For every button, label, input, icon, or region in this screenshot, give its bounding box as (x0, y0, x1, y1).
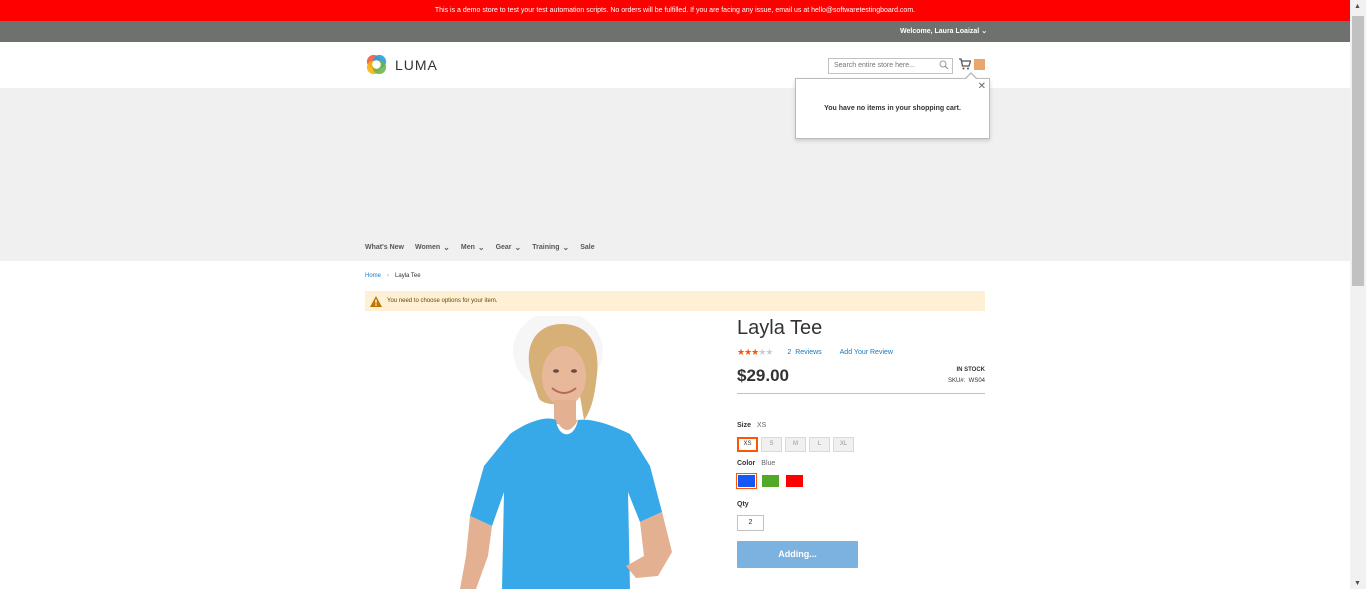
product-price: $29.00 (737, 366, 789, 385)
add-to-cart-button[interactable]: Adding... (737, 541, 858, 568)
nav-item-men[interactable]: Men ⌄ (461, 243, 485, 252)
qty-input[interactable]: 2 (737, 515, 764, 531)
color-swatches (736, 473, 809, 489)
breadcrumb-separator-icon: › (387, 273, 390, 279)
logo-text: LUMA (395, 56, 438, 73)
welcome-text: Welcome, Laura Loaizal (900, 28, 980, 35)
nav-item-whats-new[interactable]: What's New (365, 243, 404, 252)
scroll-down-icon[interactable]: ▼ (1354, 580, 1361, 587)
nav-item-training[interactable]: Training ⌄ (532, 243, 569, 252)
breadcrumb-home-link[interactable]: Home (365, 273, 381, 279)
size-option-xs[interactable]: XS (737, 437, 758, 452)
demo-notice-bar: This is a demo store to test your test a… (0, 0, 1350, 21)
nav-item-label: Women (415, 244, 441, 251)
size-label: Size XS (737, 422, 766, 429)
color-option-red[interactable] (785, 474, 804, 488)
cart-counter-badge[interactable] (974, 59, 985, 70)
customer-welcome-menu[interactable]: Welcome, Laura Loaizal ⌄ (900, 21, 987, 42)
star-icon: ★ (765, 347, 773, 357)
size-label-text: Size (737, 422, 752, 429)
sku-label: SKU#: (947, 378, 966, 384)
nav-item-label: Training (532, 244, 560, 251)
color-selected: Blue (761, 460, 776, 467)
product-sku: SKU#: WS04 (948, 378, 985, 384)
minicart-dropdown: ✕ You have no items in your shopping car… (795, 72, 990, 139)
warning-message: You need to choose options for your item… (365, 291, 985, 311)
stock-status: IN STOCK (956, 367, 985, 373)
nav-item-label: Gear (495, 244, 512, 251)
nav-item-label: Sale (580, 244, 595, 251)
navigation-bar: What's New Women ⌄ Men ⌄ Gear ⌄ Training ⌄ S… (0, 88, 1350, 261)
scrollbar-thumb[interactable] (1352, 16, 1364, 286)
size-option-s[interactable]: S (761, 437, 782, 452)
breadcrumb-current: Layla Tee (395, 273, 421, 279)
minicart-empty-message: You have no items in your shopping cart. (824, 105, 961, 112)
rating-stars: ★★★★★ (737, 347, 773, 358)
warning-message-text: You need to choose options for your item… (387, 298, 498, 304)
warning-icon (370, 295, 382, 307)
breadcrumb: Home › Layla Tee (365, 273, 421, 279)
cart-icon[interactable] (959, 58, 971, 70)
search-input[interactable]: Search entire store here... (828, 58, 953, 74)
scroll-up-icon[interactable]: ▲ (1354, 3, 1361, 10)
chevron-down-icon: ⌄ (514, 243, 522, 252)
chevron-down-icon: ⌄ (562, 243, 570, 252)
color-label: Color Blue (737, 460, 775, 467)
luma-logo[interactable]: LUMA (365, 53, 438, 76)
product-image[interactable] (440, 316, 680, 589)
nav-item-gear[interactable]: Gear ⌄ (496, 243, 522, 252)
product-title: Layla Tee (737, 317, 823, 339)
nav-item-label: Men (460, 244, 475, 251)
divider (737, 393, 985, 394)
size-option-m[interactable]: M (785, 437, 806, 452)
reviews-link[interactable]: 2 Reviews (787, 349, 821, 356)
color-option-blue[interactable] (736, 473, 757, 489)
qty-label: Qty (737, 501, 749, 508)
scrollbar[interactable]: ▲ ▼ (1350, 0, 1366, 589)
chevron-down-icon: ⌄ (443, 243, 450, 252)
demo-notice-text: This is a demo store to test your test a… (434, 7, 916, 14)
nav-item-women[interactable]: Women ⌄ (415, 243, 450, 252)
product-reviews-summary: ★★★★★ 2 Reviews Add Your Review (737, 347, 911, 358)
add-review-link[interactable]: Add Your Review (840, 349, 893, 356)
chevron-down-icon: ⌄ (477, 243, 485, 252)
reviews-count: 2 (787, 349, 792, 356)
size-swatches: XS S M L XL (737, 437, 857, 452)
header-panel: Welcome, Laura Loaizal ⌄ (0, 21, 1350, 42)
size-option-xl[interactable]: XL (833, 437, 854, 452)
search-icon[interactable] (939, 60, 949, 70)
color-label-text: Color (737, 460, 756, 467)
size-selected: XS (757, 422, 767, 429)
nav-item-sale[interactable]: Sale (580, 243, 594, 252)
nav-item-label: What's New (365, 244, 405, 251)
close-icon[interactable]: ✕ (978, 81, 986, 92)
page-header: LUMA Search entire store here... (0, 42, 1350, 88)
sku-value: WS04 (968, 378, 985, 384)
chevron-down-icon: ⌄ (981, 28, 988, 35)
nav-menu: What's New Women ⌄ Men ⌄ Gear ⌄ Training ⌄ S… (365, 243, 606, 252)
color-option-green[interactable] (761, 474, 780, 488)
reviews-label: Reviews (795, 349, 822, 356)
luma-logo-icon (366, 54, 387, 75)
size-option-l[interactable]: L (809, 437, 830, 452)
